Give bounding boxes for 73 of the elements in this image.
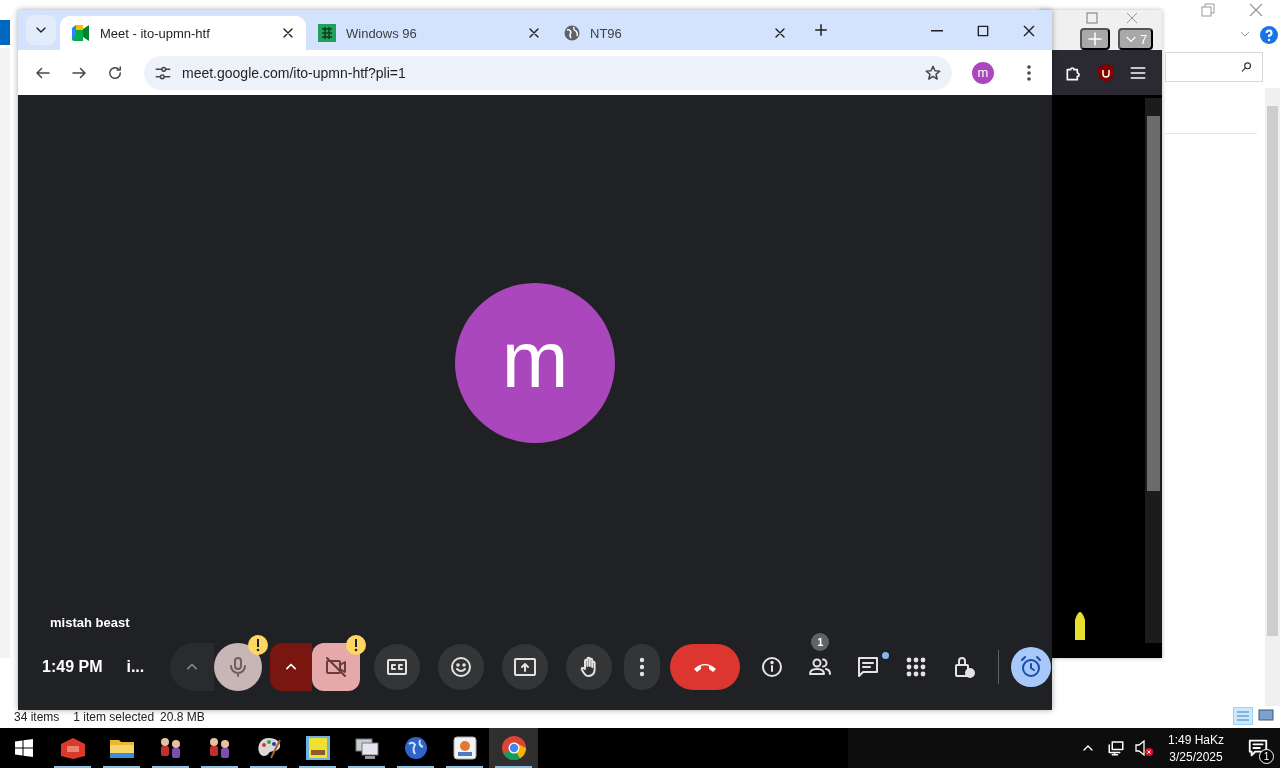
emoji-icon — [449, 655, 474, 679]
browser-tab[interactable]: Meet - ito-upmn-htf — [60, 16, 306, 50]
shield-icon[interactable] — [1098, 63, 1114, 82]
globe-icon — [564, 25, 580, 41]
hang-up-icon — [693, 661, 718, 673]
reload-icon — [106, 63, 124, 82]
minimize-icon — [931, 30, 943, 32]
help-icon[interactable] — [1260, 26, 1278, 44]
timer-button[interactable] — [1011, 647, 1052, 687]
thumbnails-view-icon[interactable] — [1257, 707, 1275, 723]
meeting-title: i... — [126, 658, 145, 676]
tab-search-button[interactable] — [26, 15, 56, 45]
camera-off-icon — [324, 655, 349, 679]
scrollbar-thumb[interactable] — [1147, 116, 1160, 491]
url-text: meet.google.com/ito-upmn-htf?pli=1 — [182, 64, 407, 81]
browser-icon — [500, 735, 527, 761]
network-icon — [1106, 739, 1125, 757]
chat-icon — [856, 655, 881, 679]
lock-icon — [952, 655, 977, 679]
maximize-icon — [975, 23, 991, 39]
video-camera-icon — [72, 25, 90, 41]
palette-icon — [255, 736, 282, 760]
windows-icon — [15, 739, 33, 757]
toolbox-icon — [58, 736, 87, 760]
selection-size: 20.8 MB — [160, 710, 205, 724]
star-icon — [924, 63, 942, 82]
message-icon — [1247, 737, 1269, 759]
participant-name: mistah beast — [50, 615, 130, 630]
maximize-icon[interactable] — [1086, 12, 1098, 24]
video-options-button[interactable] — [270, 643, 313, 691]
present-screen-icon — [513, 655, 538, 679]
more-options-icon — [639, 657, 646, 677]
leave-call-button[interactable] — [670, 644, 741, 690]
camera-button[interactable] — [312, 643, 361, 691]
microphone-button[interactable] — [214, 643, 263, 691]
more-options-icon — [1027, 64, 1031, 81]
globe-icon — [402, 735, 429, 761]
selection-info: 1 item selected — [73, 710, 155, 724]
notifications-button[interactable]: 1 — [1236, 728, 1280, 768]
browser-tab[interactable]: NT96 — [552, 16, 798, 50]
search-field[interactable] — [1165, 52, 1263, 82]
search-icon — [1240, 60, 1254, 74]
raise-hand-button[interactable] — [566, 644, 613, 690]
close-icon — [1021, 23, 1037, 39]
participant-avatar: m — [455, 282, 615, 443]
tile-icon — [305, 736, 330, 760]
apps-grid-icon — [906, 657, 927, 677]
scrollbar[interactable] — [1265, 88, 1280, 706]
computer-icon — [353, 736, 380, 760]
alarm-clock-icon — [1019, 655, 1044, 679]
grid-logo-icon — [318, 24, 336, 42]
folder-icon — [108, 737, 135, 759]
installer-icon — [451, 735, 478, 761]
more-options-button[interactable] — [624, 644, 661, 690]
browser-tab[interactable]: Windows 96 — [306, 16, 552, 50]
new-tab-button[interactable] — [1080, 28, 1110, 50]
reactions-button[interactable] — [438, 644, 485, 690]
volume-muted-icon — [1133, 739, 1154, 757]
plus-icon — [1086, 30, 1104, 48]
scrollbar[interactable] — [1145, 98, 1162, 643]
clock[interactable]: 1:49 HaKz 3/25/2025 — [1159, 732, 1232, 764]
participant-count: 1 — [811, 633, 830, 651]
close-icon[interactable] — [1248, 2, 1264, 18]
scrollbar-thumb[interactable] — [1267, 106, 1278, 636]
item-count: 34 items — [14, 710, 60, 724]
present-button[interactable] — [502, 644, 549, 690]
taskbar-app[interactable] — [489, 728, 538, 768]
meeting-time: 1:49 PM — [42, 658, 103, 676]
info-icon — [760, 655, 785, 679]
plus-icon — [812, 21, 830, 39]
captions-button[interactable] — [374, 644, 421, 690]
address-bar[interactable]: meet.google.com/ito-upmn-htf?pli=1 — [144, 55, 952, 90]
profile-avatar[interactable]: m — [972, 61, 994, 84]
